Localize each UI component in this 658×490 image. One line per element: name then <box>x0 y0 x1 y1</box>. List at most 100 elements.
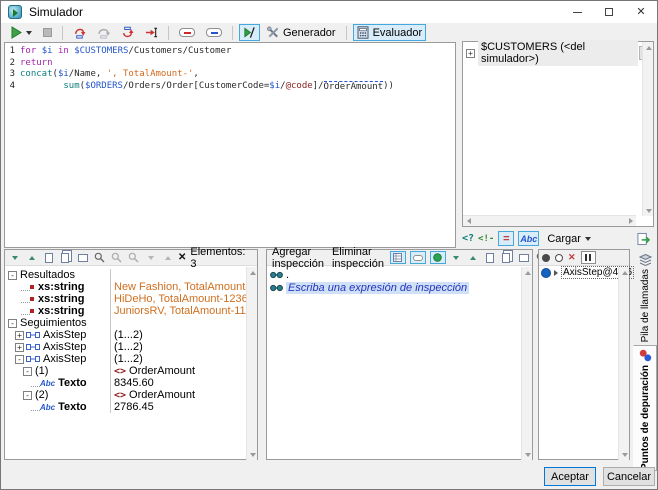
group-label: Resultados <box>20 269 75 281</box>
tab-call-stack[interactable]: Pila de llamadas <box>633 250 657 343</box>
copy-rows-button[interactable] <box>59 251 72 264</box>
remove-watch-button[interactable]: Eliminar inspección <box>330 246 386 270</box>
code-text: ]/ <box>313 81 324 94</box>
results-vertical-scrollbar[interactable] <box>246 267 257 460</box>
tree-row-string[interactable]: xs:string JuniorsRV, TotalAmount-11132.0… <box>5 305 257 317</box>
expand-icon[interactable]: + <box>15 343 24 352</box>
close-button[interactable]: ✕ <box>625 1 657 23</box>
run-to-cursor-button[interactable] <box>141 24 162 41</box>
tree-row-index[interactable]: -(1) <>OrderAmount <box>5 365 257 377</box>
toolbar-separator <box>346 26 347 40</box>
enabled-breakpoint-icon[interactable] <box>542 254 550 262</box>
disabled-breakpoint-icon[interactable] <box>555 254 563 262</box>
watch-view-toggle-2[interactable] <box>410 251 426 264</box>
chevron-right-icon[interactable] <box>554 270 558 276</box>
comment-icon[interactable]: <!- <box>478 234 494 244</box>
tools-icon <box>267 26 280 39</box>
show-text-toggle[interactable]: Abc <box>518 231 539 246</box>
watch-view-toggle-3[interactable] <box>430 251 446 264</box>
find-next-button[interactable] <box>110 251 123 264</box>
stop-button[interactable] <box>39 24 56 41</box>
watch-vertical-scrollbar[interactable] <box>521 267 532 460</box>
tree-row-text[interactable]: AbcTexto 2786.45 <box>5 401 257 413</box>
expand-icon[interactable]: + <box>466 49 475 58</box>
tree-row-axisstep[interactable]: +AxisStep (1...2) <box>5 329 257 341</box>
run-icon <box>10 26 23 39</box>
tree-row-seguimientos[interactable]: -Seguimientos <box>5 317 257 329</box>
copy-cell-button[interactable] <box>42 251 55 264</box>
layers-icon <box>639 254 652 266</box>
minimize-icon <box>573 12 582 13</box>
delete-breakpoint-button[interactable]: ✕ <box>568 252 576 263</box>
insert-tracepoint-button[interactable] <box>202 24 226 41</box>
node-label: Texto <box>58 377 87 389</box>
collapse-icon[interactable]: - <box>8 271 17 280</box>
simulator-window: Simulador ✕ <box>0 0 658 490</box>
run-button[interactable] <box>6 24 36 41</box>
collapse-icon[interactable]: - <box>15 355 24 364</box>
tree-row-text[interactable]: AbcTexto 8345.60 <box>5 377 257 389</box>
context-vertical-scrollbar[interactable] <box>642 42 653 216</box>
generator-button[interactable]: Generador <box>263 24 340 41</box>
apply-document-button[interactable] <box>637 232 650 245</box>
move-up-button[interactable] <box>161 251 174 264</box>
prev-result-button[interactable] <box>25 251 38 264</box>
xml-declaration-icon[interactable]: <? <box>462 233 474 244</box>
watch-row-placeholder[interactable]: Escriba una expresión de inspección <box>267 281 532 294</box>
watch-next-button[interactable] <box>450 251 463 264</box>
document-check-icon <box>637 232 650 246</box>
ok-button[interactable]: Aceptar <box>544 467 596 486</box>
tree-row-string[interactable]: xs:string HiDeHo, TotalAmount-12366.88 <box>5 293 257 305</box>
minimize-button[interactable] <box>561 1 593 23</box>
tree-row-axisstep[interactable]: +AxisStep (1...2) <box>5 341 257 353</box>
cancel-button[interactable]: Cancelar <box>603 467 655 486</box>
arrow-down-icon <box>453 256 459 260</box>
step-into-button[interactable] <box>69 24 90 41</box>
collapse-icon[interactable]: - <box>8 319 17 328</box>
group-label: Seguimientos <box>20 317 87 329</box>
watch-view-toggle-1[interactable] <box>390 251 406 264</box>
node-type-label: xs:string <box>38 305 84 317</box>
breakpoint-row[interactable]: AxisStep@4:56 <box>539 266 629 279</box>
show-equals-toggle[interactable]: = <box>498 231 514 246</box>
context-variable-label[interactable]: $CUSTOMERS (<del simulador>) <box>478 40 638 66</box>
evaluator-button[interactable]: Evaluador <box>353 24 427 41</box>
watch-row[interactable]: . <box>267 268 532 281</box>
step-over-button[interactable] <box>93 24 114 41</box>
step-out-button[interactable] <box>117 24 138 41</box>
watch-copy-table-button[interactable] <box>518 251 531 264</box>
add-watch-button[interactable]: Agregar inspección <box>270 246 326 270</box>
node-label: Texto <box>58 401 87 413</box>
trace-toggle-button[interactable] <box>239 24 260 41</box>
tree-row-resultados[interactable]: -Resultados <box>5 269 257 281</box>
tab-breakpoints[interactable]: Puntos de depuración <box>633 345 657 471</box>
insert-breakpoint-button[interactable] <box>175 24 199 41</box>
copy-table-button[interactable] <box>76 251 89 264</box>
tree-row-string[interactable]: xs:string New Fashion, TotalAmount-9450.… <box>5 281 257 293</box>
tree-row-index[interactable]: -(2) <>OrderAmount <box>5 389 257 401</box>
tree-row-axisstep[interactable]: -AxisStep (1...2) <box>5 353 257 365</box>
context-horizontal-scrollbar[interactable] <box>463 215 636 226</box>
pause-toggle-button[interactable] <box>581 251 596 264</box>
watch-copy-rows-button[interactable] <box>501 251 514 264</box>
code-variable: $i <box>269 81 280 94</box>
code-editor[interactable]: 1 for $i in $CUSTOMERS/Customers/Custome… <box>4 42 456 248</box>
load-dropdown-button[interactable]: Cargar <box>543 231 595 246</box>
maximize-button[interactable] <box>593 1 625 23</box>
next-result-button[interactable] <box>8 251 21 264</box>
watch-copy-cell-button[interactable] <box>484 251 497 264</box>
watch-placeholder-text[interactable]: Escriba una expresión de inspección <box>286 282 469 294</box>
collapse-icon[interactable]: - <box>23 367 32 376</box>
find-button[interactable] <box>93 251 106 264</box>
find-prev-button[interactable] <box>127 251 140 264</box>
abc-icon: Abc <box>520 234 537 244</box>
node-label: AxisStep <box>43 329 86 341</box>
watch-panel: Agregar inspección Eliminar inspección .… <box>266 249 533 460</box>
arrow-down-icon <box>12 256 18 260</box>
move-down-button[interactable] <box>144 251 157 264</box>
breakpoints-vertical-scrollbar[interactable] <box>618 267 629 460</box>
expand-icon[interactable]: + <box>15 331 24 340</box>
watch-prev-button[interactable] <box>467 251 480 264</box>
clear-results-button[interactable]: ✕ <box>178 252 186 263</box>
collapse-icon[interactable]: - <box>23 391 32 400</box>
